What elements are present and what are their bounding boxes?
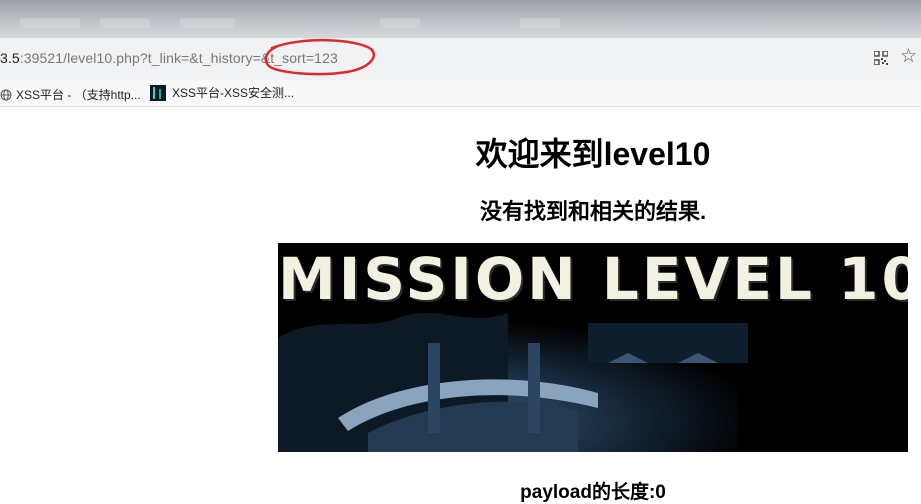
bookmark-label: XSS平台-XSS安全测... xyxy=(172,86,295,100)
bookmark-item[interactable]: XSS平台-XSS安全测... xyxy=(150,84,294,101)
tab-blur[interactable] xyxy=(380,18,420,28)
result-text: 没有找到和相关的结果. xyxy=(479,199,707,224)
tab-blur[interactable] xyxy=(20,18,80,28)
page-heading: 欢迎来到level10 xyxy=(475,136,711,172)
url-host: 3.5 xyxy=(0,50,20,66)
bookmark-star-icon[interactable]: ☆ xyxy=(900,47,917,66)
bookmark-label: XSS平台 - （支持http... xyxy=(16,88,141,102)
bookmark-item[interactable]: XSS平台 - （支持http... xyxy=(0,86,141,103)
mission-level-image: MISSION LEVEL 10 xyxy=(278,243,908,452)
tab-blur[interactable] xyxy=(520,18,560,28)
tab-blur[interactable] xyxy=(180,18,235,28)
site-favicon-icon xyxy=(150,84,166,101)
address-bar[interactable]: 3.5:39521/level10.php?t_link=&t_history=… xyxy=(0,38,921,81)
bookmarks-bar: XSS平台 - （支持http... XSS平台-XSS安全测... xyxy=(0,80,921,107)
qr-code-icon[interactable] xyxy=(874,51,888,65)
red-annotation-circle xyxy=(264,38,376,76)
mission-title: MISSION LEVEL 10 xyxy=(278,245,908,313)
payload-length-text: payload的长度:0 xyxy=(520,482,666,503)
tab-blur[interactable] xyxy=(100,18,150,28)
page-content: 欢迎来到level10 没有找到和相关的结果. MISSION LEVEL 10… xyxy=(0,107,921,503)
browser-tab-strip xyxy=(0,0,921,38)
globe-icon xyxy=(0,89,12,100)
